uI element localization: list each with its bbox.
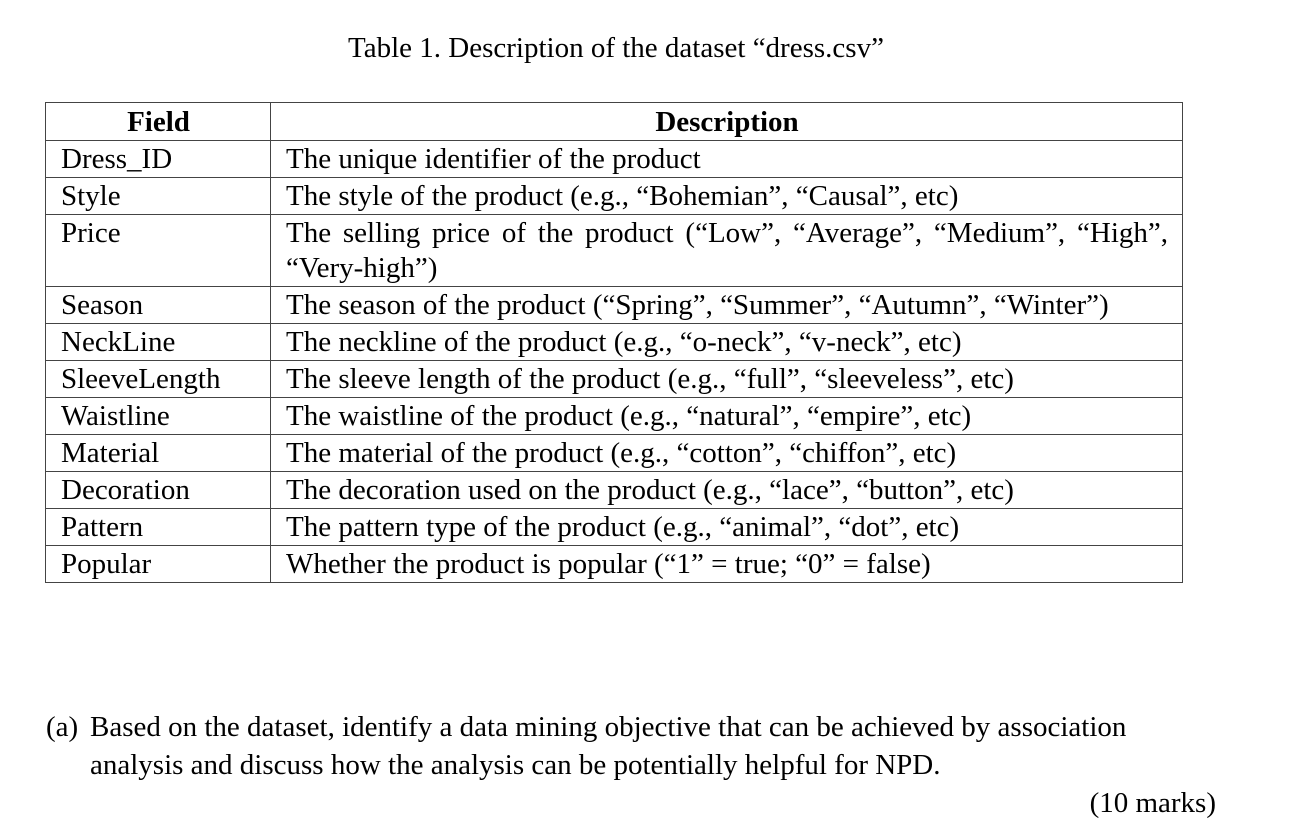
description-cell: The material of the product (e.g., “cott… [270,434,1183,472]
table-caption: Table 1. Description of the dataset “dre… [348,32,884,64]
table-row: Popular Whether the product is popular (… [45,545,1183,583]
table-row: Material The material of the product (e.… [45,434,1183,472]
question-label: (a) [46,711,79,743]
question-marks: (10 marks) [1089,787,1216,819]
description-cell: The sleeve length of the product (e.g., … [270,360,1183,398]
table-row: Style The style of the product (e.g., “B… [45,177,1183,215]
table-row: NeckLine The neckline of the product (e.… [45,323,1183,361]
dataset-description-table: Field Description Dress_ID The unique id… [45,102,1183,583]
field-cell: Popular [45,545,271,583]
description-cell: The selling price of the product (“Low”,… [270,214,1183,287]
description-cell: Whether the product is popular (“1” = tr… [270,545,1183,583]
field-cell: Decoration [45,471,271,509]
description-cell: The pattern type of the product (e.g., “… [270,508,1183,546]
table-row: Waistline The waistline of the product (… [45,397,1183,435]
description-cell: The unique identifier of the product [270,140,1183,178]
table-row: SleeveLength The sleeve length of the pr… [45,360,1183,398]
table-row: Price The selling price of the product (… [45,214,1183,287]
description-cell: The waistline of the product (e.g., “nat… [270,397,1183,435]
description-cell: The season of the product (“Spring”, “Su… [270,286,1183,324]
field-cell: Dress_ID [45,140,271,178]
description-cell: The neckline of the product (e.g., “o-ne… [270,323,1183,361]
field-cell: SleeveLength [45,360,271,398]
column-header-description: Description [270,102,1183,141]
description-cell: The decoration used on the product (e.g.… [270,471,1183,509]
field-cell: Style [45,177,271,215]
field-cell: Material [45,434,271,472]
table-row: Pattern The pattern type of the product … [45,508,1183,546]
table-row: Decoration The decoration used on the pr… [45,471,1183,509]
field-cell: Price [45,214,271,287]
question-text: Based on the dataset, identify a data mi… [90,711,1127,781]
field-cell: Waistline [45,397,271,435]
dataset-description-table-container: Field Description Dress_ID The unique id… [45,102,1183,583]
table-header-row: Field Description [45,102,1183,141]
field-cell: NeckLine [45,323,271,361]
field-cell: Pattern [45,508,271,546]
question-block: (a) Based on the dataset, identify a dat… [46,708,1216,784]
table-row: Season The season of the product (“Sprin… [45,286,1183,324]
table-row: Dress_ID The unique identifier of the pr… [45,140,1183,178]
field-cell: Season [45,286,271,324]
column-header-field: Field [45,102,271,141]
description-cell: The style of the product (e.g., “Bohemia… [270,177,1183,215]
